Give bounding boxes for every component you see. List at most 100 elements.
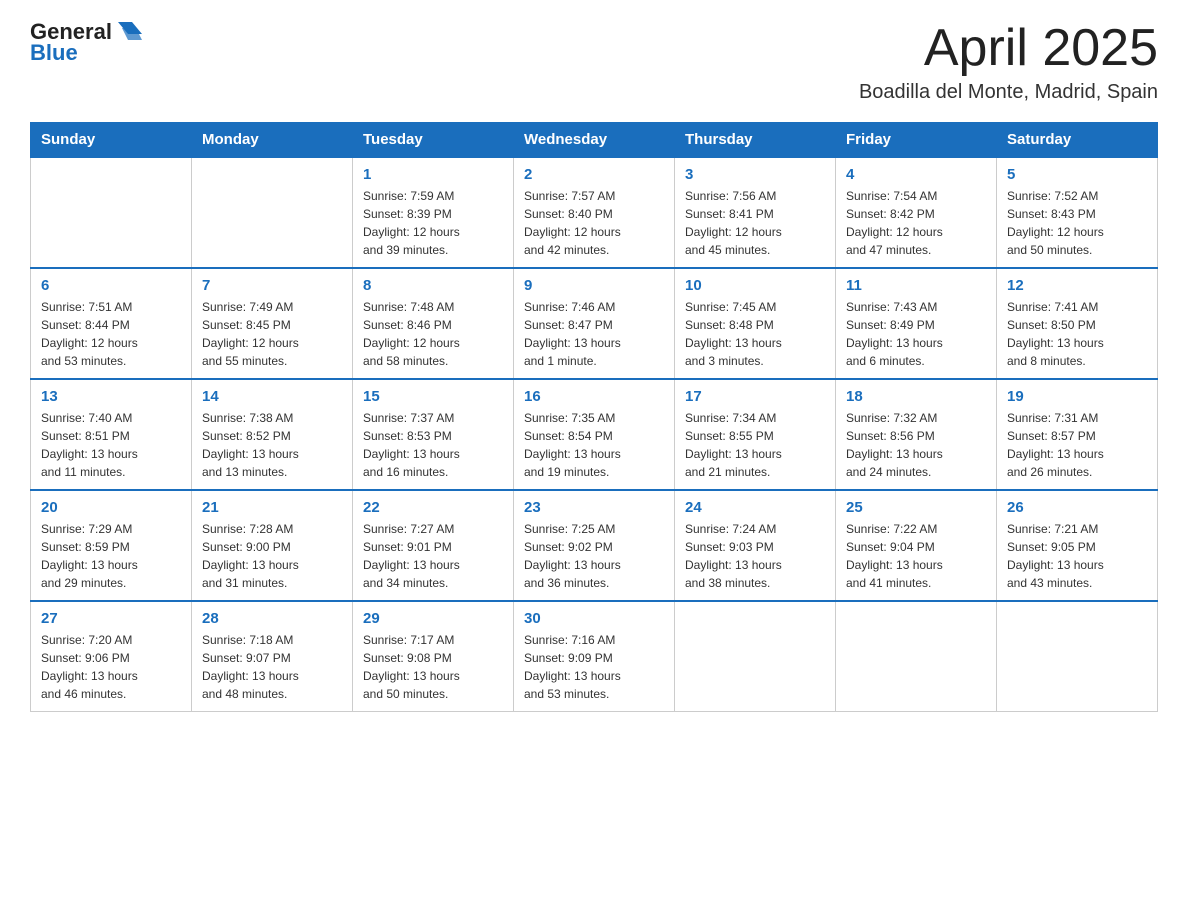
- day-info: Sunrise: 7:21 AM Sunset: 9:05 PM Dayligh…: [1007, 520, 1147, 592]
- day-info: Sunrise: 7:16 AM Sunset: 9:09 PM Dayligh…: [524, 631, 664, 703]
- day-info: Sunrise: 7:32 AM Sunset: 8:56 PM Dayligh…: [846, 409, 986, 481]
- title-area: April 2025 Boadilla del Monte, Madrid, S…: [859, 20, 1158, 104]
- day-number: 15: [363, 388, 503, 405]
- calendar-cell: 20 Sunrise: 7:29 AM Sunset: 8:59 PM Dayli…: [31, 490, 192, 601]
- column-header-friday: Friday: [836, 123, 997, 158]
- day-info: Sunrise: 7:29 AM Sunset: 8:59 PM Dayligh…: [41, 520, 181, 592]
- calendar-cell: 18 Sunrise: 7:32 AM Sunset: 8:56 PM Dayli…: [836, 379, 997, 490]
- calendar-cell: 13 Sunrise: 7:40 AM Sunset: 8:51 PM Dayli…: [31, 379, 192, 490]
- calendar-cell: 3Sunrise: 7:56 AM Sunset: 8:41 PM Daylig…: [675, 157, 836, 268]
- month-title: April 2025: [859, 20, 1158, 77]
- day-info: Sunrise: 7:45 AM Sunset: 8:48 PM Dayligh…: [685, 298, 825, 370]
- calendar-week-row: 6Sunrise: 7:51 AM Sunset: 8:44 PM Daylig…: [31, 268, 1158, 379]
- calendar-cell: 19 Sunrise: 7:31 AM Sunset: 8:57 PM Dayli…: [997, 379, 1158, 490]
- page-header: General Blue April 2025 Boadilla del Mon…: [30, 20, 1158, 104]
- day-info: Sunrise: 7:22 AM Sunset: 9:04 PM Dayligh…: [846, 520, 986, 592]
- calendar-header-row: SundayMondayTuesdayWednesdayThursdayFrid…: [31, 123, 1158, 158]
- day-number: 26: [1007, 499, 1147, 516]
- day-number: 9: [524, 277, 664, 294]
- column-header-wednesday: Wednesday: [514, 123, 675, 158]
- calendar-cell: 29 Sunrise: 7:17 AM Sunset: 9:08 PM Dayli…: [353, 601, 514, 712]
- logo: General Blue: [30, 20, 142, 66]
- day-number: 3: [685, 166, 825, 183]
- day-number: 17: [685, 388, 825, 405]
- column-header-thursday: Thursday: [675, 123, 836, 158]
- calendar-cell: 22Sunrise: 7:27 AM Sunset: 9:01 PM Dayli…: [353, 490, 514, 601]
- day-number: 28: [202, 610, 342, 627]
- day-info: Sunrise: 7:54 AM Sunset: 8:42 PM Dayligh…: [846, 187, 986, 259]
- calendar-cell: 10 Sunrise: 7:45 AM Sunset: 8:48 PM Dayli…: [675, 268, 836, 379]
- location-subtitle: Boadilla del Monte, Madrid, Spain: [859, 81, 1158, 104]
- day-info: Sunrise: 7:25 AM Sunset: 9:02 PM Dayligh…: [524, 520, 664, 592]
- day-number: 18: [846, 388, 986, 405]
- day-number: 27: [41, 610, 181, 627]
- column-header-saturday: Saturday: [997, 123, 1158, 158]
- day-number: 6: [41, 277, 181, 294]
- calendar-cell: 12Sunrise: 7:41 AM Sunset: 8:50 PM Dayli…: [997, 268, 1158, 379]
- day-number: 30: [524, 610, 664, 627]
- day-info: Sunrise: 7:46 AM Sunset: 8:47 PM Dayligh…: [524, 298, 664, 370]
- day-info: Sunrise: 7:35 AM Sunset: 8:54 PM Dayligh…: [524, 409, 664, 481]
- day-number: 19: [1007, 388, 1147, 405]
- day-number: 11: [846, 277, 986, 294]
- day-info: Sunrise: 7:28 AM Sunset: 9:00 PM Dayligh…: [202, 520, 342, 592]
- calendar-cell: 30 Sunrise: 7:16 AM Sunset: 9:09 PM Dayli…: [514, 601, 675, 712]
- calendar-cell: 6Sunrise: 7:51 AM Sunset: 8:44 PM Daylig…: [31, 268, 192, 379]
- calendar-cell: 14Sunrise: 7:38 AM Sunset: 8:52 PM Dayli…: [192, 379, 353, 490]
- day-info: Sunrise: 7:57 AM Sunset: 8:40 PM Dayligh…: [524, 187, 664, 259]
- day-number: 4: [846, 166, 986, 183]
- day-info: Sunrise: 7:43 AM Sunset: 8:49 PM Dayligh…: [846, 298, 986, 370]
- day-info: Sunrise: 7:17 AM Sunset: 9:08 PM Dayligh…: [363, 631, 503, 703]
- calendar-cell: [836, 601, 997, 712]
- day-info: Sunrise: 7:52 AM Sunset: 8:43 PM Dayligh…: [1007, 187, 1147, 259]
- day-info: Sunrise: 7:41 AM Sunset: 8:50 PM Dayligh…: [1007, 298, 1147, 370]
- day-number: 29: [363, 610, 503, 627]
- day-info: Sunrise: 7:24 AM Sunset: 9:03 PM Dayligh…: [685, 520, 825, 592]
- day-number: 23: [524, 499, 664, 516]
- logo-arrow-icon: [114, 16, 142, 44]
- calendar-cell: 26 Sunrise: 7:21 AM Sunset: 9:05 PM Dayli…: [997, 490, 1158, 601]
- calendar-cell: 27 Sunrise: 7:20 AM Sunset: 9:06 PM Dayli…: [31, 601, 192, 712]
- calendar-cell: 25 Sunrise: 7:22 AM Sunset: 9:04 PM Dayli…: [836, 490, 997, 601]
- day-number: 25: [846, 499, 986, 516]
- calendar-cell: 1 Sunrise: 7:59 AM Sunset: 8:39 PM Daylig…: [353, 157, 514, 268]
- calendar-cell: 2 Sunrise: 7:57 AM Sunset: 8:40 PM Daylig…: [514, 157, 675, 268]
- day-number: 1: [363, 166, 503, 183]
- calendar-cell: 4 Sunrise: 7:54 AM Sunset: 8:42 PM Daylig…: [836, 157, 997, 268]
- calendar-cell: 17 Sunrise: 7:34 AM Sunset: 8:55 PM Dayli…: [675, 379, 836, 490]
- day-info: Sunrise: 7:49 AM Sunset: 8:45 PM Dayligh…: [202, 298, 342, 370]
- calendar-week-row: 1 Sunrise: 7:59 AM Sunset: 8:39 PM Daylig…: [31, 157, 1158, 268]
- calendar-cell: [997, 601, 1158, 712]
- day-number: 5: [1007, 166, 1147, 183]
- day-number: 20: [41, 499, 181, 516]
- day-number: 8: [363, 277, 503, 294]
- logo-blue-text: Blue: [30, 40, 78, 66]
- calendar-cell: [192, 157, 353, 268]
- calendar-cell: 28 Sunrise: 7:18 AM Sunset: 9:07 PM Dayli…: [192, 601, 353, 712]
- calendar-week-row: 20 Sunrise: 7:29 AM Sunset: 8:59 PM Dayli…: [31, 490, 1158, 601]
- day-number: 10: [685, 277, 825, 294]
- calendar-cell: 9 Sunrise: 7:46 AM Sunset: 8:47 PM Daylig…: [514, 268, 675, 379]
- calendar-cell: 24Sunrise: 7:24 AM Sunset: 9:03 PM Dayli…: [675, 490, 836, 601]
- day-number: 2: [524, 166, 664, 183]
- column-header-sunday: Sunday: [31, 123, 192, 158]
- day-number: 7: [202, 277, 342, 294]
- day-info: Sunrise: 7:59 AM Sunset: 8:39 PM Dayligh…: [363, 187, 503, 259]
- day-info: Sunrise: 7:40 AM Sunset: 8:51 PM Dayligh…: [41, 409, 181, 481]
- day-number: 21: [202, 499, 342, 516]
- day-number: 22: [363, 499, 503, 516]
- calendar-cell: [31, 157, 192, 268]
- calendar-cell: [675, 601, 836, 712]
- day-info: Sunrise: 7:34 AM Sunset: 8:55 PM Dayligh…: [685, 409, 825, 481]
- day-info: Sunrise: 7:31 AM Sunset: 8:57 PM Dayligh…: [1007, 409, 1147, 481]
- day-info: Sunrise: 7:20 AM Sunset: 9:06 PM Dayligh…: [41, 631, 181, 703]
- calendar-cell: 21 Sunrise: 7:28 AM Sunset: 9:00 PM Dayli…: [192, 490, 353, 601]
- day-info: Sunrise: 7:48 AM Sunset: 8:46 PM Dayligh…: [363, 298, 503, 370]
- calendar-cell: 15Sunrise: 7:37 AM Sunset: 8:53 PM Dayli…: [353, 379, 514, 490]
- column-header-monday: Monday: [192, 123, 353, 158]
- calendar-week-row: 13 Sunrise: 7:40 AM Sunset: 8:51 PM Dayli…: [31, 379, 1158, 490]
- day-number: 13: [41, 388, 181, 405]
- calendar-cell: 5 Sunrise: 7:52 AM Sunset: 8:43 PM Daylig…: [997, 157, 1158, 268]
- calendar-cell: 23 Sunrise: 7:25 AM Sunset: 9:02 PM Dayli…: [514, 490, 675, 601]
- day-info: Sunrise: 7:18 AM Sunset: 9:07 PM Dayligh…: [202, 631, 342, 703]
